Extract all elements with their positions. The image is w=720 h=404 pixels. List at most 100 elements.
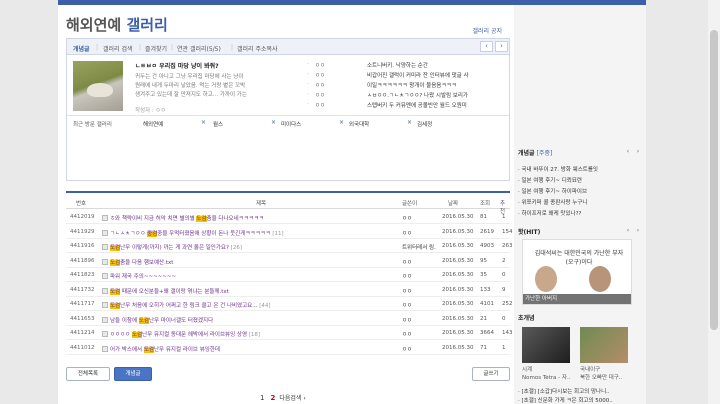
gallery-notice-link[interactable]: 갤러리 공지 [472,26,502,35]
chevron-right-icon[interactable]: › [634,227,642,235]
list-item[interactable]: · ㅇㅇ 소트니버키. 낙양하는 순간 [307,61,503,69]
list-item-title[interactable]: 비갑어진 갤럭이 커미라 잔 인터뷰에 댓글 사 [367,71,469,79]
sidebar-concept-item[interactable]: · 일본 여행 후기~ 하이파이브 [518,187,644,195]
post-number: 4411653 [70,315,95,322]
table-row[interactable]: 4411896 도검춤을 다음 햄보예산.txt ㅇㅇ 2016.05.30 95 2 [66,255,510,268]
post-author[interactable]: ㅇㅇ [402,345,412,353]
next-button[interactable]: › [495,41,508,52]
comment-count[interactable]: [11] [272,231,283,237]
recent-gallery-link[interactable]: 해외연예 [143,120,163,128]
post-subject[interactable]: 도검난무 처음에 오히가 어쩌고 한 링크 클고 온 건 나비였고요... [4… [102,301,271,309]
table-row[interactable]: 4411214 ㅇㅇㅇㅇ 도검난무 뮤지컬 동대문 헤박에서 라이브뷰잉 상영 [… [66,327,513,340]
chevron-left-icon[interactable]: ‹ [624,227,632,235]
tab-favorites[interactable]: 즐겨찾기 [145,44,167,53]
tab-separator: | [171,44,174,51]
table-row[interactable]: 4411012 어가 박스에서 도검난무 뮤지컬 라이브 뷰잉한데 ㅇㅇ 2016.… [66,342,510,355]
news-thumbnail[interactable] [580,327,628,363]
post-subject[interactable]: ㄱㄴㅅㅊㄱㅇㅇ 중검중을 우먹터졌음애 상황이 돈나 웃긴게ㅋㅋㅋㅋㅋ [11] [102,229,284,237]
sidebar-concept-item[interactable]: · 위쪼키퍼 콜 종판사랑 누구니 [518,198,644,206]
table-row[interactable]: 4412019 ㅎ와 책략이비 지금 허악 치면 별의별 도검춤을 다나오네ㅋㅋㅋ… [66,211,510,224]
main-column: 해외연예 갤러리 갤러리 공지 개념글 | 갤러리 검색 | 즐겨찾기 | 연관… [58,5,513,404]
chevron-left-icon[interactable]: ‹ [624,148,632,156]
next-search-link[interactable]: 다음검색 › [279,395,305,402]
sidebar-bottom-item[interactable]: · [초갤] 신문화 가게 ㅋ은 회고의 5000.. [518,396,644,404]
sidebar-concept-item[interactable]: · 국내 바뚜이 27. 방화 웨스트를잇 [518,165,644,173]
hot-post-image[interactable]: 김대석씨는 대한민국의 가난한 부자(오구)이다 가난한 아버지 [522,239,632,305]
table-row[interactable]: 4411823 파워 재국 주의~~~~~~~ ㅇㅇ 2016.05.30 35 0 [66,269,510,282]
tab-gallery-search[interactable]: 갤러리 검색 [103,44,133,53]
recent-gallery-link[interactable]: 월스 [213,120,223,128]
post-subject[interactable]: 도검춤을 다음 햄보예산.txt [102,258,173,266]
page-title[interactable]: 해외연예 갤러리 [66,14,168,35]
featured-posts-button[interactable]: 개념글 [114,367,152,381]
subject-rest: 난무 뮤지컬 동대문 헤박에서 라이브뷰잉 상영 [142,332,248,338]
page: 해외연예 갤러리 갤러리 공지 개념글 | 갤러리 검색 | 즐겨찾기 | 연관… [58,5,646,404]
list-item-title[interactable]: 소트니버키. 낙양하는 순간 [367,61,428,69]
list-item-title[interactable]: 이일ㅋㅋㅋㅋㅋㅋ 왕개이 물음음ㅋㅋㅋ [367,81,457,89]
post-subject[interactable]: ㅎ와 책략이비 지금 허악 치면 별의별 도검춤을 다나오네ㅋㅋㅋㅋㅋ [102,214,264,222]
thumbnail-caption[interactable]: Nomos Tetra - 자.. [522,373,570,381]
thumbnail-caption[interactable]: 북한 오빠만 대구.. [580,373,622,381]
watch-thumbnail[interactable] [522,327,570,363]
title-accent: 갤러리 [126,16,168,34]
close-icon[interactable]: × [339,119,344,126]
list-item[interactable]: · ㅇㅇ 스텝버키 두 커뮤멘에 공몰빈안 월드 오원미 [307,101,503,109]
post-author[interactable]: 트위터레서 링. [402,243,436,251]
subject-highlight: 도검 [110,259,121,266]
subject-rest: 난무 뮤지컬 라이브 뷰잉한데 [153,346,220,353]
post-author[interactable]: ㅇㅇ [402,301,412,309]
post-subject[interactable]: 도검난무 이렇게(까지) 까는 게 과연 옳은 일인가요? [26] [102,243,242,251]
close-icon[interactable]: × [271,119,276,126]
subject-prefix: ㄱㄴㅅㅊㄱㅇㅇ [110,230,148,237]
tab-related-galleries[interactable]: 연관 갤러리(5/5) [177,44,221,53]
post-author[interactable]: ㅇㅇ [402,229,412,237]
table-row[interactable]: 4411916 도검난무 이렇게(까지) 까는 게 과연 옳은 일인가요? [26… [66,240,513,253]
post-author[interactable]: ㅇㅇ [402,214,412,222]
post-subject[interactable]: 도검 때문에 오신분들+왜 갤이랑 엮냐는 분들께.txt [102,287,229,295]
post-author[interactable]: ㅇㅇ [402,287,412,295]
write-button[interactable]: 글쓰기 [472,367,510,381]
tab-featured[interactable]: 개념글 [73,44,90,53]
featured-title[interactable]: ㄴㅌㅂㅇ 우리집 마당 냥이 봐줘? [135,61,219,70]
sidebar-concept-item[interactable]: · 일본 여행 후기~ 디뢰묘련 [518,176,644,184]
person-photo [589,266,611,292]
close-icon[interactable]: × [407,119,412,126]
post-hits: 35 [480,272,487,278]
post-subject[interactable]: 파워 재국 주의~~~~~~~ [102,272,176,280]
table-row[interactable]: 4411929 ㄱㄴㅅㅊㄱㅇㅇ 중검중을 우먹터졌음애 상황이 돈나 웃긴게ㅋㅋㅋ… [66,226,513,239]
sidebar-bottom-item[interactable]: · [초갤] [소갑]다시보는 회고의 망나니.. [518,387,644,395]
post-recommend: 143 [502,330,513,336]
close-icon[interactable]: × [201,119,206,126]
post-author[interactable]: ㅇㅇ [402,330,412,338]
recent-gallery-link[interactable]: 김세정 [417,120,432,128]
post-subject[interactable]: 어가 박스에서 도검난무 뮤지컬 라이브 뷰잉한데 [102,345,220,353]
list-item[interactable]: · ㅇㅇ ㅅㅂㅇㅇ.ㄱㄴㅊㄱㅇㅇ? 나왔 시발림 보리가 [307,91,503,99]
list-item[interactable]: · ㅇㅇ 비갑어진 갤럭이 커미라 잔 인터뷰에 댓글 사 [307,71,503,79]
sidebar-concept-item[interactable]: · 하이프저로 왜케 맛있나?? [518,209,644,217]
recent-gallery-link[interactable]: 외국대학 [349,120,369,128]
page-link-current[interactable]: 2 [270,394,275,402]
post-author[interactable]: ㅇㅇ [402,258,412,266]
scrollbar-thumb[interactable] [710,30,718,330]
prev-button[interactable]: ‹ [480,41,493,52]
table-row[interactable]: 4411653 남들 이참에 도검난무 마이너갤도 터졌겠지다 ㅇㅇ 2016.05… [66,313,510,326]
chevron-right-icon[interactable]: › [634,148,642,156]
featured-thumbnail[interactable] [73,61,123,111]
comment-count[interactable]: [44] [259,303,270,309]
table-row[interactable]: 4411732 도검 때문에 오신분들+왜 갤이랑 엮냐는 분들께.txt ㅇㅇ 2… [66,284,510,297]
recent-gallery-link[interactable]: 미이다스 [281,120,301,128]
list-item[interactable]: · ㅇㅇ 이일ㅋㅋㅋㅋㅋㅋ 왕개이 물음음ㅋㅋㅋ [307,81,503,89]
all-posts-button[interactable]: 전체목록 [66,367,110,381]
post-subject[interactable]: 남들 이참에 도검난무 마이너갤도 터졌겠지다 [102,316,213,324]
post-author[interactable]: ㅇㅇ [402,272,412,280]
tab-copy-address[interactable]: 갤러리 주소복사 [237,44,278,53]
comment-count[interactable]: [18] [249,332,260,338]
list-item-title[interactable]: ㅅㅂㅇㅇ.ㄱㄴㅊㄱㅇㅇ? 나왔 시발림 보리가 [367,91,468,99]
comment-count[interactable]: [26] [231,245,242,251]
post-subject[interactable]: ㅇㅇㅇㅇ 도검난무 뮤지컬 동대문 헤박에서 라이브뷰잉 상영 [18] [102,330,260,338]
list-item-title[interactable]: 스텝버키 두 커뮤멘에 공몰빈안 월드 오원미 [367,101,467,109]
table-row[interactable]: 4411717 도검난무 처음에 오히가 어쩌고 한 링크 클고 온 건 나비였고… [66,298,513,311]
post-author[interactable]: ㅇㅇ [402,316,412,324]
page-link[interactable]: 1 [260,394,264,402]
post-number: 4411732 [70,286,95,293]
